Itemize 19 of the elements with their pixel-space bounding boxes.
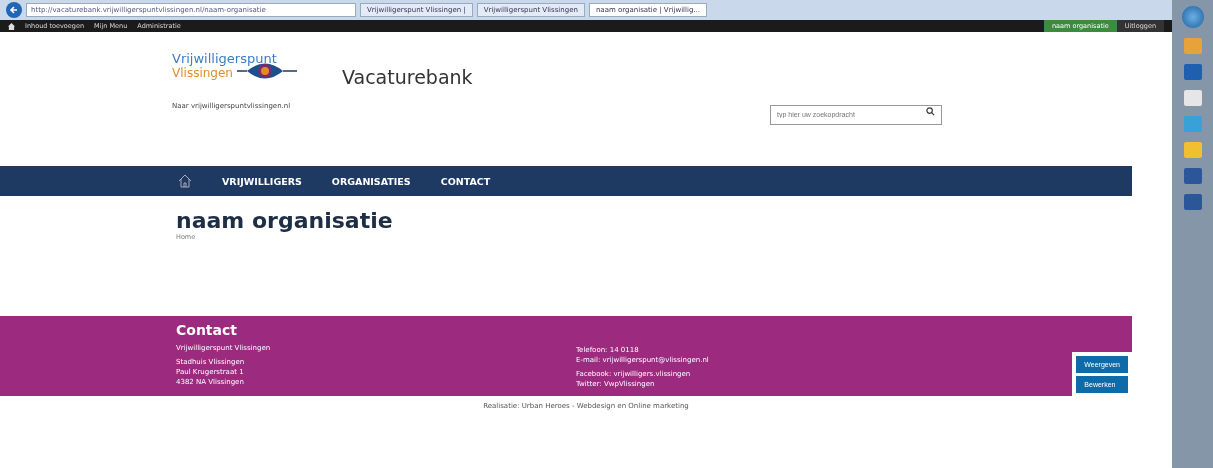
arrow-icon [9,5,19,15]
start-orb-icon[interactable] [1181,6,1204,28]
footer-heading: Contact [176,322,238,338]
search-icon[interactable] [926,107,935,116]
taskbar-app-icon[interactable] [1183,142,1202,158]
taskbar-app-icon[interactable] [1183,38,1202,54]
nav-link[interactable]: CONTACT [440,175,491,187]
home-icon[interactable] [8,22,15,30]
nav-link[interactable]: VRIJWILLIGERS [222,175,302,187]
taskbar-app-icon[interactable] [1183,194,1202,210]
nav-link[interactable]: ORGANISATIES [331,175,411,187]
taskbar-app-icon[interactable] [1183,90,1202,106]
site-title: Vacaturebank [342,66,473,88]
back-button[interactable] [6,2,22,18]
taskbar-app-icon[interactable] [1183,168,1202,184]
page-title: naam organisatie [176,208,393,233]
taskbar-app-icon[interactable] [1183,64,1202,80]
logo-text: Vrijwilligerspunt [172,50,277,66]
logo-text: Vlissingen [172,65,233,80]
